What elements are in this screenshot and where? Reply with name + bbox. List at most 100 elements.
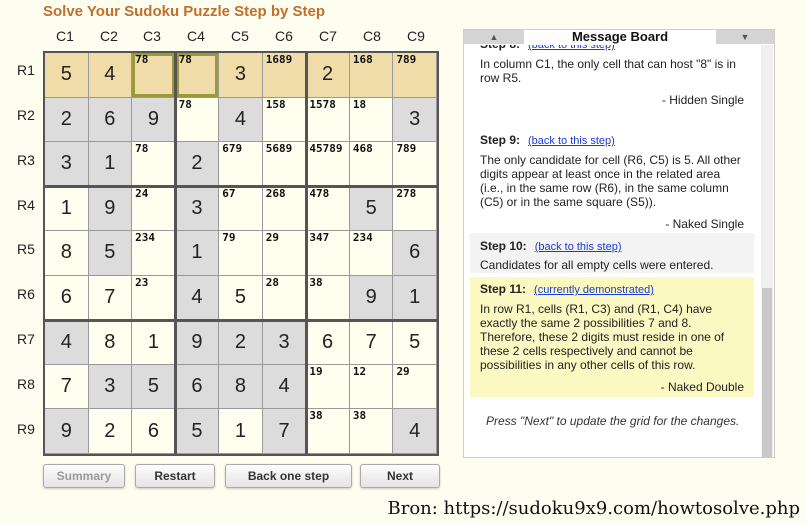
cell-r3c1[interactable]: 3 [45,142,89,187]
cell-r3c3[interactable]: 78 [132,142,176,187]
cell-r4c6[interactable]: 268 [262,186,307,232]
cell-r5c7[interactable]: 347 [306,231,350,276]
technique-tag: - Naked Double [660,380,744,394]
cell-r7c8[interactable]: 7 [349,320,394,365]
cell-r3c5[interactable]: 679 [219,142,263,187]
cell-r9c2[interactable]: 2 [88,409,133,454]
cell-r8c9[interactable]: 29 [393,364,437,410]
cell-r7c1[interactable]: 4 [45,320,89,365]
cell-r8c2[interactable]: 3 [88,364,133,410]
message-board-scrollbar[interactable] [761,45,773,457]
cell-r4c2[interactable]: 9 [88,186,133,232]
cell-r2c8[interactable]: 18 [349,97,394,143]
cell-r6c7[interactable]: 38 [306,275,350,321]
cell-r8c5[interactable]: 8 [219,364,263,410]
cell-r1c8[interactable]: 168 [349,53,394,98]
cell-r3c6[interactable]: 5689 [262,142,307,187]
cell-r2c4[interactable]: 78 [175,97,220,143]
cell-r5c6[interactable]: 29 [262,231,307,276]
cell-r6c2[interactable]: 7 [88,275,133,321]
cell-r1c1[interactable]: 5 [45,53,89,98]
cell-r4c8[interactable]: 5 [349,186,394,232]
restart-button[interactable]: Restart [135,464,215,488]
cell-r2c5[interactable]: 4 [219,97,263,143]
cell-r7c9[interactable]: 5 [393,320,437,365]
cell-r4c3[interactable]: 24 [132,186,176,232]
cell-r2c9[interactable]: 3 [393,97,437,143]
cell-r9c6[interactable]: 7 [262,409,307,454]
cell-r9c1[interactable]: 9 [45,409,89,454]
scroll-down-icon[interactable]: ▼ [716,30,774,44]
cell-r9c7[interactable]: 38 [306,409,350,454]
cell-r9c4[interactable]: 5 [175,409,220,454]
cell-r7c6[interactable]: 3 [262,320,307,365]
cell-r9c5[interactable]: 1 [219,409,263,454]
scroll-up-icon[interactable]: ▲ [464,30,524,44]
cell-r8c8[interactable]: 12 [349,364,394,410]
cell-r5c4[interactable]: 1 [175,231,220,276]
cell-r1c6[interactable]: 1689 [262,53,307,98]
cell-r7c2[interactable]: 8 [88,320,133,365]
cell-r4c9[interactable]: 278 [393,186,437,232]
cell-r2c7[interactable]: 1578 [306,97,350,143]
cell-r8c6[interactable]: 4 [262,364,307,410]
scrollbar-thumb[interactable] [762,288,772,457]
cell-r6c8[interactable]: 9 [349,275,394,321]
cell-r4c4[interactable]: 3 [175,186,220,232]
cell-r5c9[interactable]: 6 [393,231,437,276]
cell-r7c3[interactable]: 1 [132,320,176,365]
cell-value: 2 [234,330,247,353]
cell-r8c7[interactable]: 19 [306,364,350,410]
cell-r7c7[interactable]: 6 [306,320,350,365]
cell-r8c3[interactable]: 5 [132,364,176,410]
cell-r7c5[interactable]: 2 [219,320,263,365]
cell-r8c1[interactable]: 7 [45,364,89,410]
box-divider-horizontal [45,185,437,189]
cell-r3c4[interactable]: 2 [175,142,220,187]
cell-r4c5[interactable]: 67 [219,186,263,232]
summary-button[interactable]: Summary [43,464,125,488]
cell-r2c1[interactable]: 2 [45,97,89,143]
cell-r1c5[interactable]: 3 [219,53,263,98]
cell-r1c9[interactable]: 789 [393,53,437,98]
cell-r5c5[interactable]: 79 [219,231,263,276]
cell-r4c1[interactable]: 1 [45,186,89,232]
cell-r6c5[interactable]: 5 [219,275,263,321]
cell-r1c7[interactable]: 2 [306,53,350,98]
cell-r6c3[interactable]: 23 [132,275,176,321]
cell-r1c2[interactable]: 4 [88,53,133,98]
column-header: C3 [143,28,161,44]
cell-r9c8[interactable]: 38 [349,409,394,454]
cell-r6c1[interactable]: 6 [45,275,89,321]
cell-r3c7[interactable]: 45789 [306,142,350,187]
cell-r9c3[interactable]: 6 [132,409,176,454]
cell-r2c6[interactable]: 158 [262,97,307,143]
currently-demonstrated-link[interactable]: (currently demonstrated) [534,284,654,296]
cell-r1c3[interactable]: 78 [132,53,176,98]
next-button[interactable]: Next [360,464,440,488]
cell-value: 7 [365,330,377,353]
cell-r1c4[interactable]: 78 [175,53,220,98]
back-to-step-link[interactable]: (back to this step) [535,241,622,253]
cell-value: 7 [60,375,72,398]
cell-candidates: 78 [178,53,192,66]
cell-r6c9[interactable]: 1 [393,275,437,321]
back-to-step-link[interactable]: (back to this step) [528,135,615,147]
cell-r2c2[interactable]: 6 [88,97,133,143]
cell-r6c4[interactable]: 4 [175,275,220,321]
cell-r4c7[interactable]: 478 [306,186,350,232]
cell-r8c4[interactable]: 6 [175,364,220,410]
cell-r3c8[interactable]: 468 [349,142,394,187]
cell-r5c1[interactable]: 8 [45,231,89,276]
row-header: R7 [17,331,35,347]
cell-r5c2[interactable]: 5 [88,231,133,276]
back-one-step-button[interactable]: Back one step [225,464,352,488]
cell-r9c9[interactable]: 4 [393,409,437,454]
cell-r5c8[interactable]: 234 [349,231,394,276]
cell-r7c4[interactable]: 9 [175,320,220,365]
cell-r5c3[interactable]: 234 [132,231,176,276]
cell-r6c6[interactable]: 28 [262,275,307,321]
cell-r3c9[interactable]: 789 [393,142,437,187]
cell-r2c3[interactable]: 9 [132,97,176,143]
cell-r3c2[interactable]: 1 [88,142,133,187]
